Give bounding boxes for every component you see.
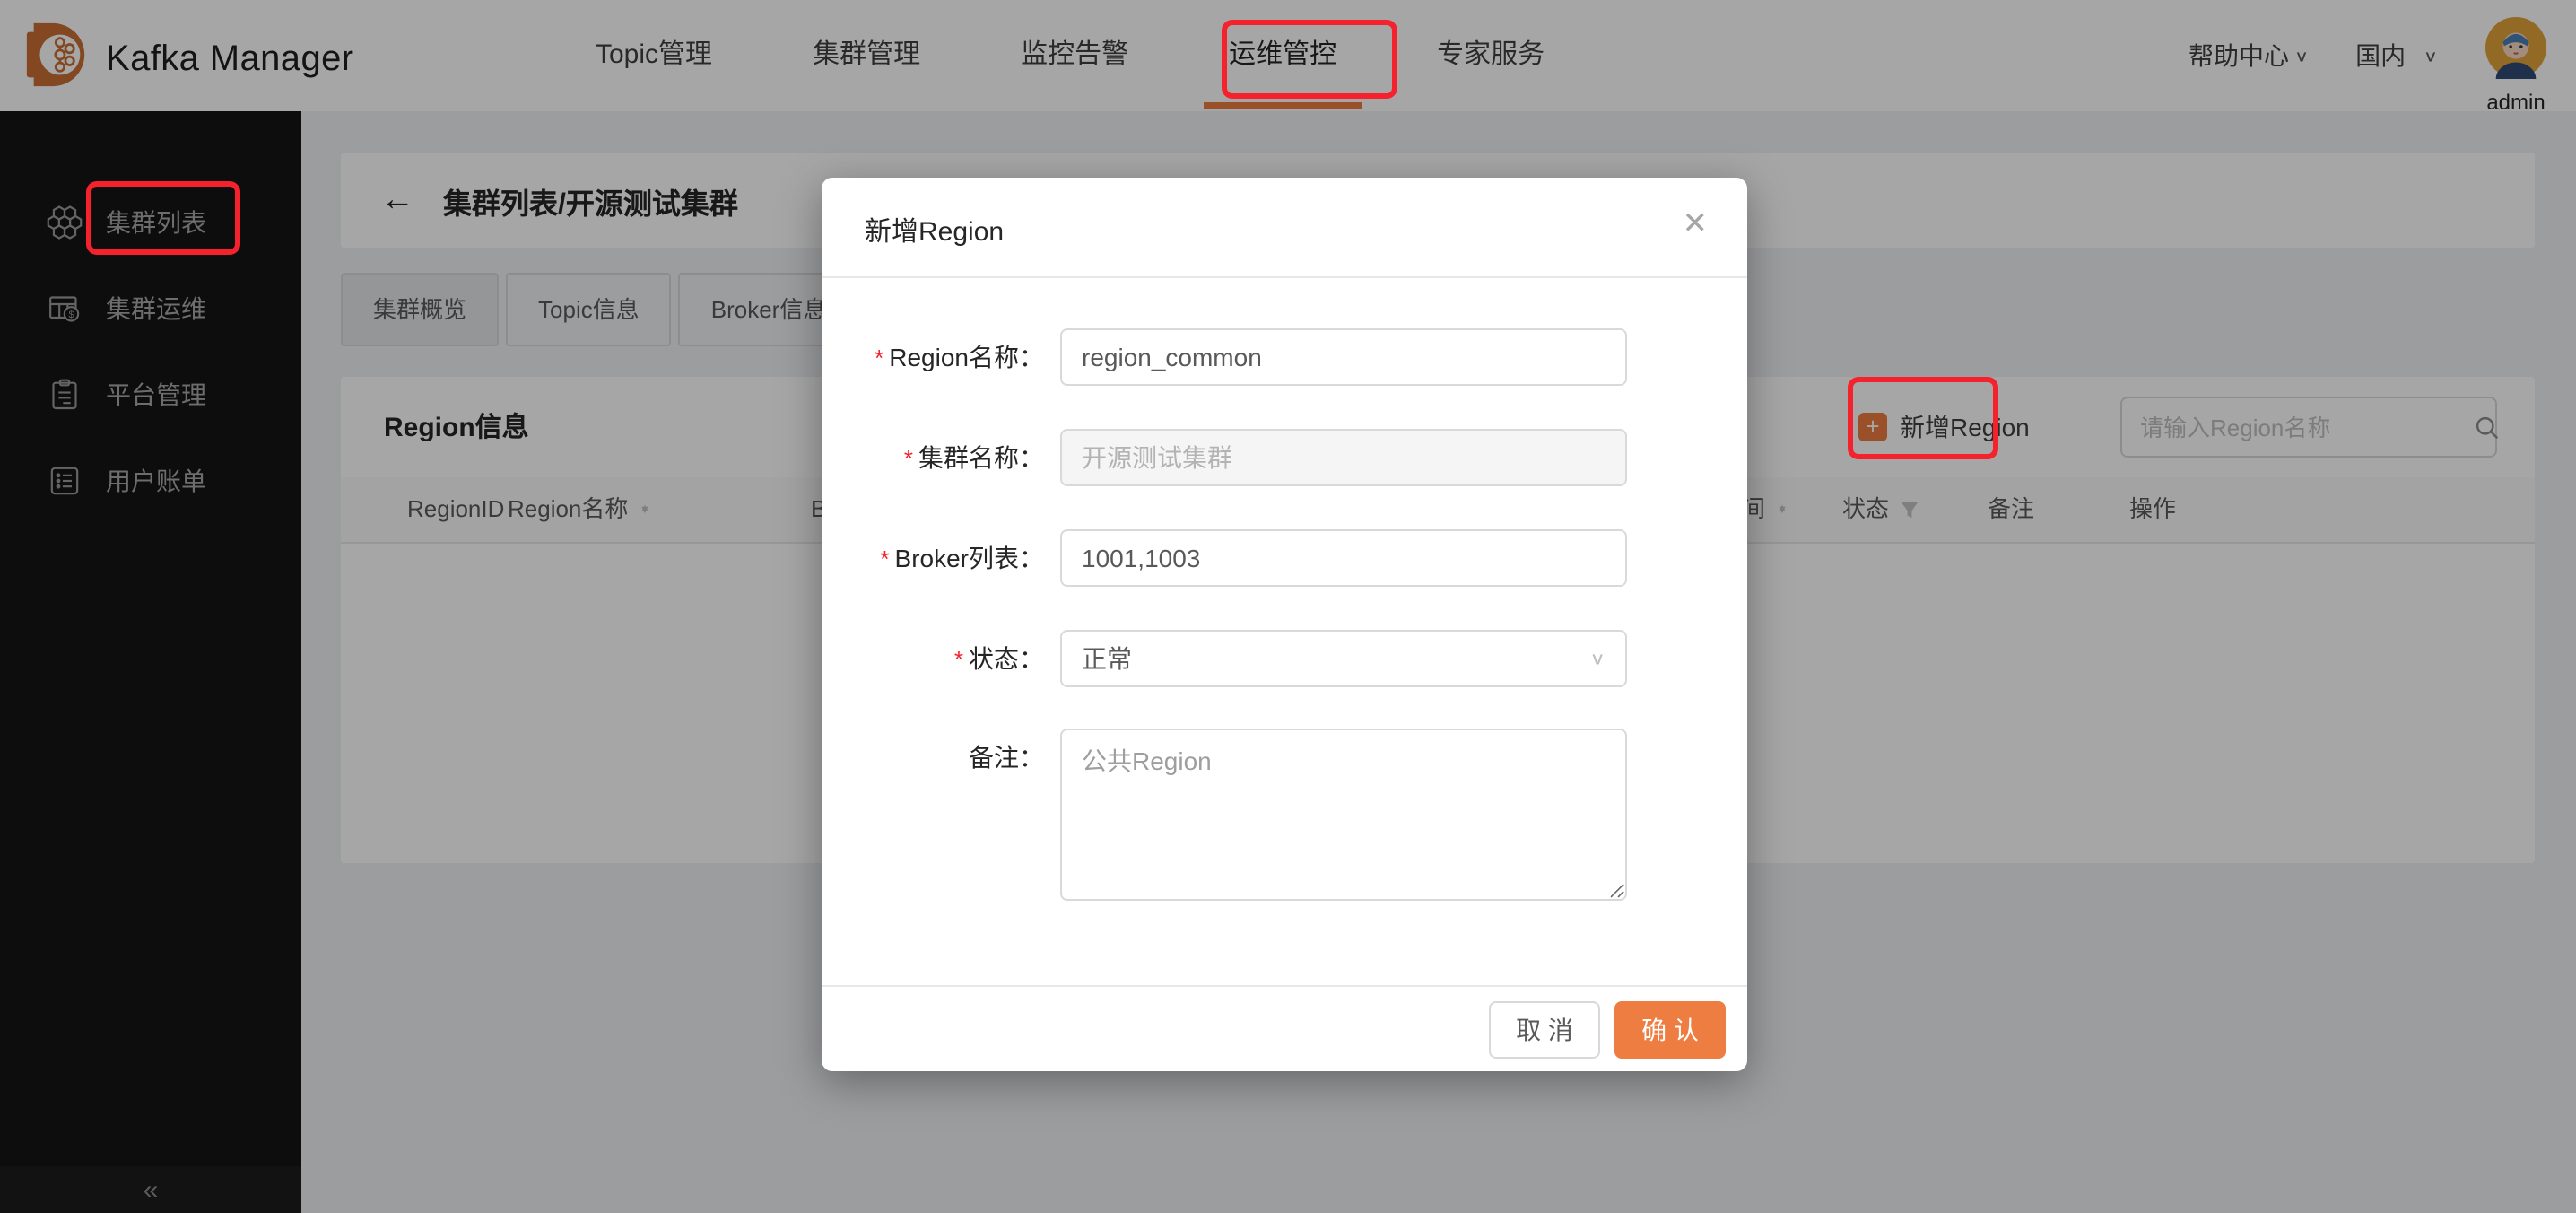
modal-footer: 取 消 确 认 bbox=[822, 985, 1747, 1071]
field-label: * 集群名称： bbox=[903, 443, 1044, 472]
broker-list-input[interactable] bbox=[1060, 529, 1627, 587]
cluster-name-input bbox=[1060, 429, 1627, 486]
remark-textarea[interactable]: 公共Region bbox=[1060, 729, 1627, 901]
app-root: Kafka Manager Topic管理 集群管理 监控告警 运维管控 专家服… bbox=[0, 0, 2576, 1213]
form-row-broker-list: * Broker列表： bbox=[822, 529, 1747, 589]
cancel-button[interactable]: 取 消 bbox=[1489, 1000, 1600, 1058]
form-row-cluster-name: * 集群名称： bbox=[822, 429, 1747, 488]
status-select[interactable]: 正常 ∨ bbox=[1060, 630, 1627, 687]
form-row-status: * 状态： 正常 ∨ bbox=[822, 630, 1747, 689]
region-name-input[interactable] bbox=[1060, 328, 1627, 386]
modal-title: 新增Region bbox=[865, 217, 1005, 248]
add-region-modal: 新增Region ✕ *Region名称： *集群名称： *Broker列表： … bbox=[822, 178, 1747, 1071]
field-label: * Region名称： bbox=[875, 343, 1044, 371]
form-row-remark: 备注： 公共Region bbox=[822, 729, 1747, 910]
close-icon[interactable]: ✕ bbox=[1683, 208, 1709, 239]
confirm-button[interactable]: 确 认 bbox=[1614, 1000, 1726, 1058]
modal-header: 新增Region ✕ bbox=[822, 178, 1747, 278]
field-label: * 状态： bbox=[953, 644, 1044, 673]
field-label: * Broker列表： bbox=[880, 544, 1044, 572]
status-select-value: 正常 bbox=[1082, 644, 1132, 673]
chevron-down-icon: ∨ bbox=[1589, 648, 1606, 669]
form-row-region-name: * Region名称： bbox=[822, 328, 1747, 388]
field-label: 备注： bbox=[969, 743, 1044, 772]
